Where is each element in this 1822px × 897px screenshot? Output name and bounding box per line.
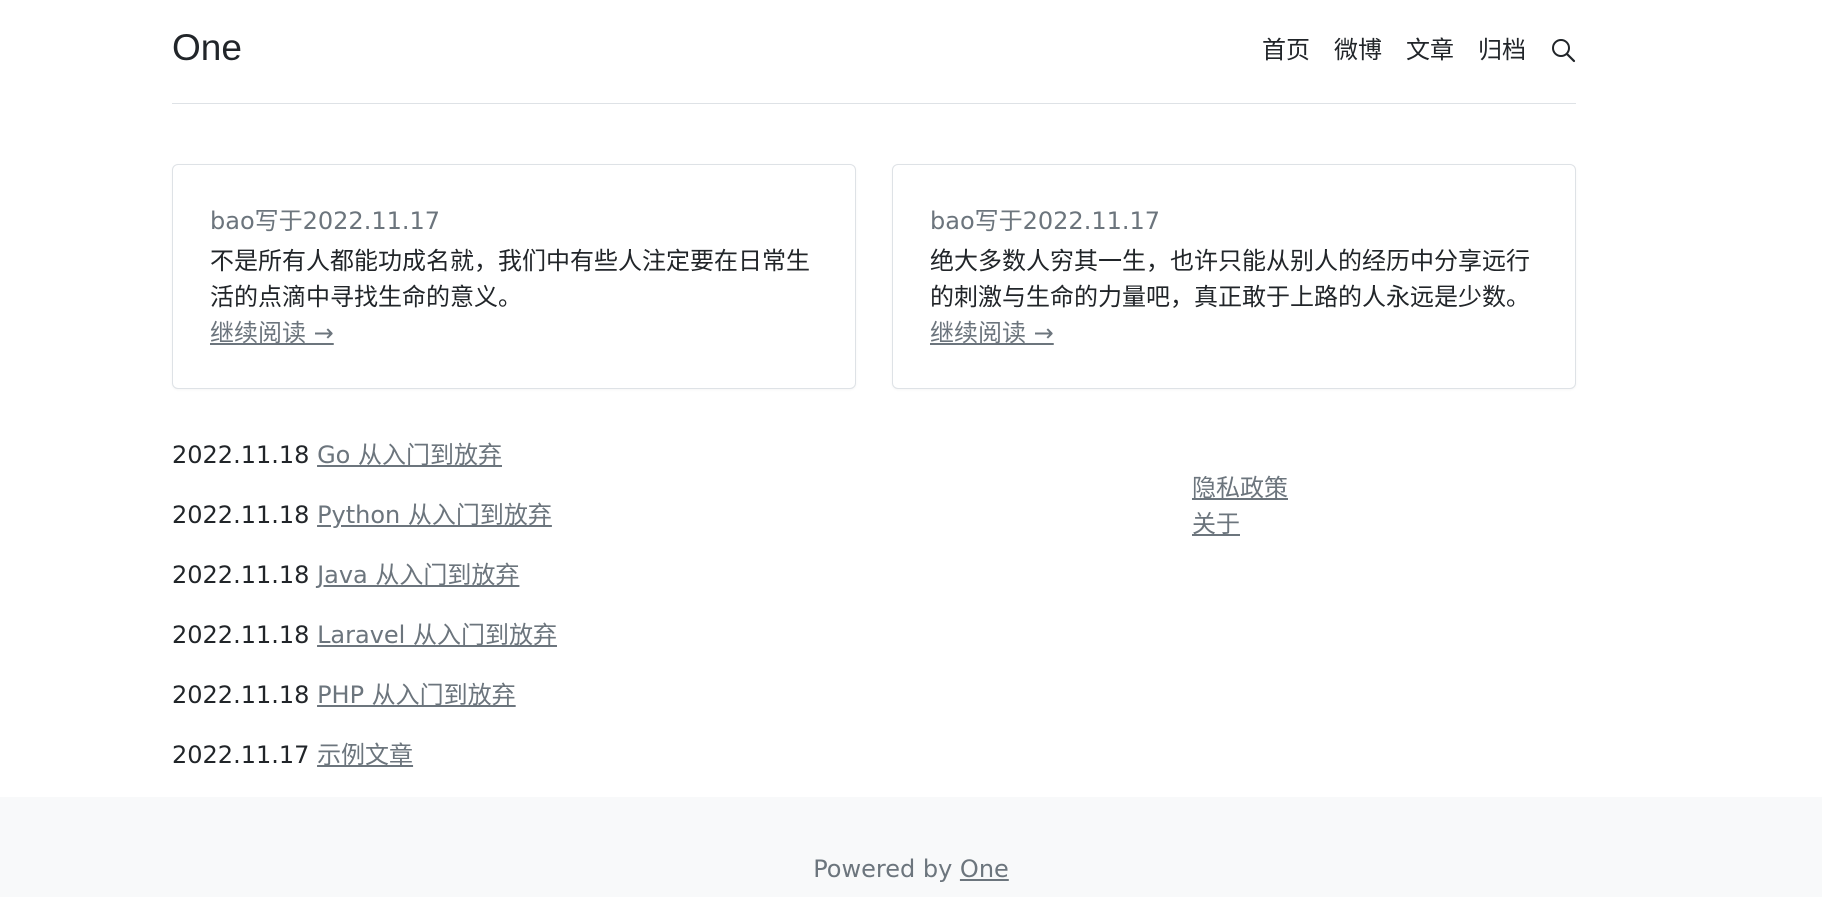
list-item: 2022.11.17 示例文章 — [172, 734, 972, 794]
post-title-link[interactable]: Python 从入门到放弃 — [317, 501, 552, 529]
post-list: 2022.11.18 Go 从入门到放弃 2022.11.18 Python 从… — [172, 434, 972, 794]
page-container: One 首页 微博 文章 归档 bao写于2022.11.17 不是所有人都能功… — [172, 0, 1576, 769]
featured-card: bao写于2022.11.17 绝大多数人穷其一生，也许只能从别人的经历中分享远… — [892, 164, 1576, 389]
list-item: 2022.11.18 Go 从入门到放弃 — [172, 434, 972, 494]
about-link[interactable]: 关于 — [1192, 506, 1288, 542]
featured-cards: bao写于2022.11.17 不是所有人都能功成名就，我们中有些人注定要在日常… — [172, 164, 1576, 389]
privacy-policy-link[interactable]: 隐私政策 — [1192, 470, 1288, 506]
list-item: 2022.11.18 PHP 从入门到放弃 — [172, 674, 972, 734]
post-title-link[interactable]: 示例文章 — [317, 741, 413, 769]
footer-link[interactable]: One — [960, 855, 1009, 883]
nav-item-articles[interactable]: 文章 — [1406, 30, 1454, 70]
main-nav: 首页 微博 文章 归档 — [1238, 30, 1576, 70]
post-title-link[interactable]: Go 从入门到放弃 — [317, 441, 502, 469]
read-more-link[interactable]: 继续阅读 → — [930, 315, 1054, 351]
nav-item-weibo[interactable]: 微博 — [1334, 30, 1382, 70]
read-more-link[interactable]: 继续阅读 → — [210, 315, 334, 351]
post-date: 2022.11.18 — [172, 621, 310, 649]
post-date: 2022.11.17 — [172, 741, 310, 769]
post-title-link[interactable]: Laravel 从入门到放弃 — [317, 621, 557, 649]
site-footer: Powered by One — [0, 797, 1822, 897]
nav-item-archive[interactable]: 归档 — [1478, 30, 1526, 70]
footer-credit: Powered by One — [0, 851, 1822, 887]
side-links: 隐私政策 关于 — [1192, 470, 1288, 542]
post-title-link[interactable]: Java 从入门到放弃 — [317, 561, 519, 589]
featured-card: bao写于2022.11.17 不是所有人都能功成名就，我们中有些人注定要在日常… — [172, 164, 856, 389]
card-meta: bao写于2022.11.17 — [930, 207, 1161, 235]
post-date: 2022.11.18 — [172, 681, 310, 709]
list-item: 2022.11.18 Python 从入门到放弃 — [172, 494, 972, 554]
site-header: One 首页 微博 文章 归档 — [172, 0, 1576, 104]
card-excerpt: 不是所有人都能功成名就，我们中有些人注定要在日常生活的点滴中寻找生命的意义。 — [210, 247, 810, 311]
search-icon[interactable] — [1550, 37, 1576, 63]
card-meta: bao写于2022.11.17 — [210, 207, 441, 235]
post-date: 2022.11.18 — [172, 501, 310, 529]
footer-prefix: Powered by — [813, 855, 960, 883]
card-excerpt: 绝大多数人穷其一生，也许只能从别人的经历中分享远行的刺激与生命的力量吧，真正敢于… — [930, 247, 1530, 311]
post-date: 2022.11.18 — [172, 561, 310, 589]
nav-item-home[interactable]: 首页 — [1262, 30, 1310, 70]
post-date: 2022.11.18 — [172, 441, 310, 469]
list-item: 2022.11.18 Laravel 从入门到放弃 — [172, 614, 972, 674]
site-logo[interactable]: One — [172, 24, 242, 72]
post-title-link[interactable]: PHP 从入门到放弃 — [317, 681, 516, 709]
list-item: 2022.11.18 Java 从入门到放弃 — [172, 554, 972, 614]
